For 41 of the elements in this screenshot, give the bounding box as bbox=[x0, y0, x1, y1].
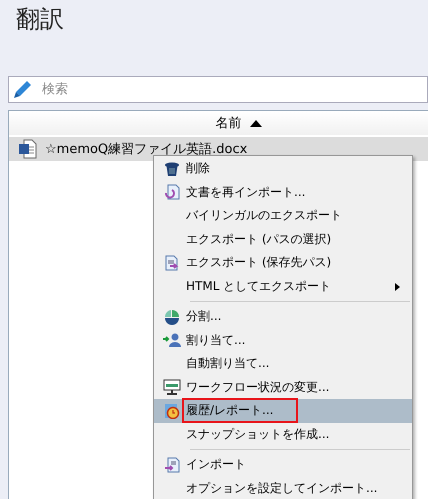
menu-item[interactable]: 履歴/レポート... bbox=[154, 399, 412, 422]
menu-item[interactable]: 文書を再インポート... bbox=[154, 180, 412, 204]
menu-item[interactable]: 自動割り当て... bbox=[154, 352, 412, 376]
menu-item[interactable]: バイリンガルのエクスポート bbox=[154, 204, 412, 228]
menu-item[interactable]: スナップショットを作成... bbox=[154, 422, 412, 446]
menu-item[interactable]: オプションを設定してインポート... bbox=[154, 476, 412, 499]
menu-item-label: インポート bbox=[186, 456, 247, 474]
menu-item[interactable]: 割り当て... bbox=[154, 328, 412, 352]
document-arrow-icon bbox=[164, 254, 180, 271]
monitor-icon bbox=[163, 379, 181, 396]
pie-icon bbox=[164, 308, 180, 325]
clock-document-icon bbox=[164, 402, 180, 419]
menu-item[interactable]: 分割... bbox=[154, 305, 412, 328]
column-header[interactable]: 名前 bbox=[9, 111, 428, 135]
menu-item-label: 割り当て... bbox=[186, 332, 246, 349]
document-arrow-icon bbox=[164, 456, 180, 473]
menu-item-label: エクスポート (パスの選択) bbox=[186, 230, 332, 248]
menu-item-label: 自動割り当て... bbox=[186, 355, 270, 372]
menu-item[interactable]: エクスポート (パスの選択) bbox=[154, 228, 412, 251]
menu-item-label: バイリンガルのエクスポート bbox=[186, 207, 343, 224]
sort-ascending-icon bbox=[250, 119, 262, 127]
menu-item-label: オプションを設定してインポート... bbox=[186, 480, 378, 497]
menu-item-label: スナップショットを作成... bbox=[186, 426, 330, 443]
document-arrow-icon bbox=[164, 184, 180, 200]
person-arrow-icon bbox=[163, 332, 181, 348]
search-field[interactable]: 検索 bbox=[8, 76, 428, 103]
menu-item-label: 文書を再インポート... bbox=[186, 184, 306, 201]
file-name: ☆memoQ練習ファイル英語.docx bbox=[45, 141, 248, 158]
word-document-icon bbox=[19, 139, 37, 159]
trash-icon bbox=[164, 160, 180, 177]
page-title: 翻訳 bbox=[15, 4, 65, 35]
menu-item[interactable]: ワークフロー状況の変更... bbox=[154, 376, 412, 399]
menu-item-label: 分割... bbox=[186, 308, 222, 326]
menu-item[interactable]: HTML としてエクスポート bbox=[154, 274, 412, 298]
menu-item[interactable]: インポート bbox=[154, 453, 412, 476]
menu-item-label: 削除 bbox=[186, 160, 211, 178]
menu-item-label: エクスポート (保存先パス) bbox=[186, 254, 332, 272]
submenu-arrow-icon bbox=[395, 282, 400, 290]
menu-item[interactable]: エクスポート (保存先パス) bbox=[154, 251, 412, 274]
menu-item-label: ワークフロー状況の変更... bbox=[186, 378, 330, 396]
menu-item-label: HTML としてエクスポート bbox=[186, 278, 332, 295]
